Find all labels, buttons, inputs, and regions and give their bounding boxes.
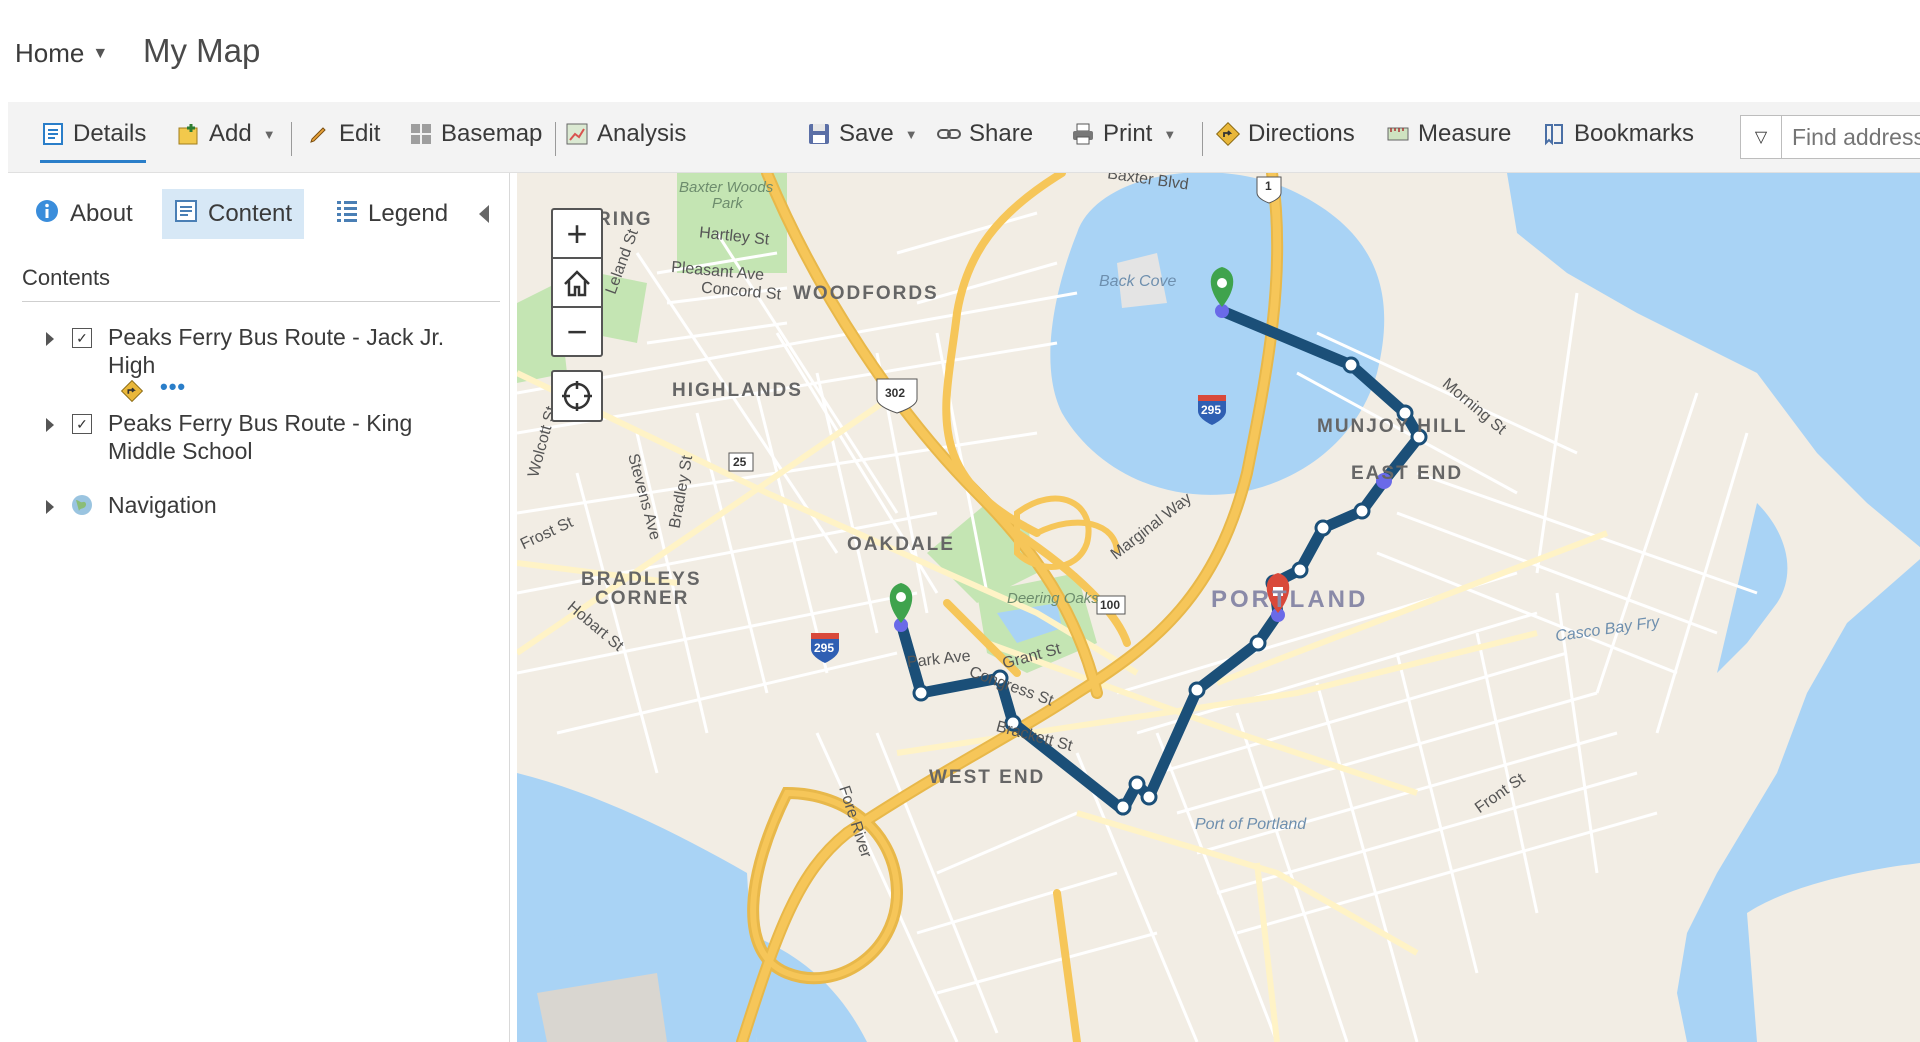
chevron-down-icon[interactable]: ▼ (92, 45, 108, 63)
basemap-button[interactable]: Basemap (408, 114, 542, 154)
details-button[interactable]: Details (40, 114, 147, 163)
zoom-out-button[interactable]: − (553, 308, 601, 355)
water-label: Port of Portland (1195, 816, 1307, 833)
legend-icon (336, 199, 358, 230)
expand-arrow-icon[interactable] (46, 418, 54, 432)
map-label: CORNER (595, 588, 690, 609)
edit-label[interactable]: Edit (339, 120, 380, 148)
map-view[interactable]: RING WOODFORDS HIGHLANDS OAKDALE BRADLEY… (517, 173, 1920, 1042)
map-label-city: PORTLAND (1211, 586, 1369, 613)
tab-legend-label[interactable]: Legend (368, 200, 448, 228)
edit-button[interactable]: Edit (306, 114, 380, 154)
layer-name[interactable]: Navigation (108, 491, 448, 519)
toolbar: Details Add ▼ Edit Basemap Analysis Save… (8, 102, 1920, 173)
contents-heading: Contents (22, 265, 111, 290)
bookmarks-label[interactable]: Bookmarks (1574, 120, 1694, 148)
home-label[interactable]: Home (15, 38, 84, 69)
expand-arrow-icon[interactable] (46, 332, 54, 346)
info-icon (34, 198, 60, 231)
find-address-box: ▽ (1740, 115, 1920, 159)
analysis-label[interactable]: Analysis (597, 120, 686, 148)
tab-about-label[interactable]: About (70, 200, 133, 228)
title-bar: Home ▼ My Map (0, 0, 1920, 100)
park-label: Park (712, 195, 743, 212)
link-icon (936, 121, 962, 147)
details-icon (40, 121, 66, 147)
directions-icon (1215, 121, 1241, 147)
locate-crosshair-icon (562, 381, 592, 411)
share-button[interactable]: Share (936, 114, 1033, 154)
route-number: 295 (1201, 403, 1222, 417)
locate-button[interactable] (551, 370, 603, 422)
save-button[interactable]: Save ▼ (806, 114, 918, 154)
print-button[interactable]: Print ▼ (1070, 114, 1176, 154)
map-label: WOODFORDS (793, 283, 939, 304)
bookmark-icon (1541, 121, 1567, 147)
print-label[interactable]: Print (1103, 120, 1152, 148)
route-number: 1 (1265, 179, 1272, 193)
basemap-label[interactable]: Basemap (441, 120, 542, 148)
zoom-in-button[interactable]: + (553, 210, 601, 259)
collapse-panel-icon[interactable] (479, 205, 489, 223)
chevron-down-icon[interactable]: ▼ (1163, 127, 1176, 142)
park-label: Baxter Woods (679, 179, 774, 196)
tab-content-label[interactable]: Content (208, 200, 292, 228)
pencil-icon (306, 121, 332, 147)
zoom-controls: + − (551, 208, 603, 357)
add-icon (176, 121, 202, 147)
map-label: HIGHLANDS (672, 380, 803, 401)
layer-visibility-checkbox[interactable]: ✓ (72, 328, 92, 348)
directions-button[interactable]: Directions (1215, 114, 1355, 154)
tab-about[interactable]: About (22, 189, 145, 239)
analysis-icon (564, 121, 590, 147)
route-number: 295 (814, 641, 835, 655)
measure-ruler-icon (1385, 121, 1411, 147)
measure-button[interactable]: Measure (1385, 114, 1511, 154)
home-extent-button[interactable] (553, 259, 601, 308)
page-title: My Map (143, 32, 261, 69)
share-label[interactable]: Share (969, 120, 1033, 148)
bookmarks-button[interactable]: Bookmarks (1541, 114, 1694, 154)
add-button[interactable]: Add ▼ (176, 114, 276, 154)
tab-content[interactable]: Content (162, 189, 305, 239)
add-label[interactable]: Add (209, 120, 252, 148)
sidebar: About Content Legend Contents ✓ Peaks Fe… (8, 173, 521, 1042)
water-label: Back Cove (1099, 273, 1177, 290)
map-label: WEST END (929, 767, 1046, 788)
expand-arrow-icon[interactable] (46, 500, 54, 514)
chevron-down-icon[interactable]: ▼ (263, 127, 276, 142)
basemap-grid-icon (408, 121, 434, 147)
map-label: EAST END (1351, 463, 1464, 484)
analysis-button[interactable]: Analysis (564, 114, 686, 154)
park-label: Deering Oaks (1007, 590, 1099, 607)
save-disk-icon (806, 121, 832, 147)
layer-visibility-checkbox[interactable]: ✓ (72, 414, 92, 434)
printer-icon (1070, 121, 1096, 147)
search-source-dropdown[interactable]: ▽ (1741, 116, 1782, 158)
search-input[interactable] (1782, 116, 1920, 158)
directions-icon[interactable] (120, 379, 144, 409)
route-number: 25 (733, 455, 747, 469)
details-label[interactable]: Details (73, 120, 146, 148)
route-number: 100 (1100, 598, 1121, 612)
measure-label[interactable]: Measure (1418, 120, 1511, 148)
home-icon (564, 269, 590, 296)
home-menu[interactable]: Home ▼ (15, 38, 108, 69)
chevron-down-icon[interactable]: ▼ (905, 127, 918, 142)
more-options-icon[interactable]: ••• (160, 373, 186, 401)
tab-legend[interactable]: Legend (324, 189, 460, 239)
save-label[interactable]: Save (839, 120, 894, 148)
map-label: MUNJOY HILL (1317, 416, 1468, 437)
globe-icon (70, 493, 94, 523)
map-label: OAKDALE (847, 534, 955, 555)
content-list-icon (174, 199, 198, 230)
directions-label[interactable]: Directions (1248, 120, 1355, 148)
layer-name[interactable]: Peaks Ferry Bus Route - King Middle Scho… (108, 409, 448, 465)
route-number: 302 (885, 386, 906, 400)
layer-name[interactable]: Peaks Ferry Bus Route - Jack Jr. High (108, 323, 448, 379)
